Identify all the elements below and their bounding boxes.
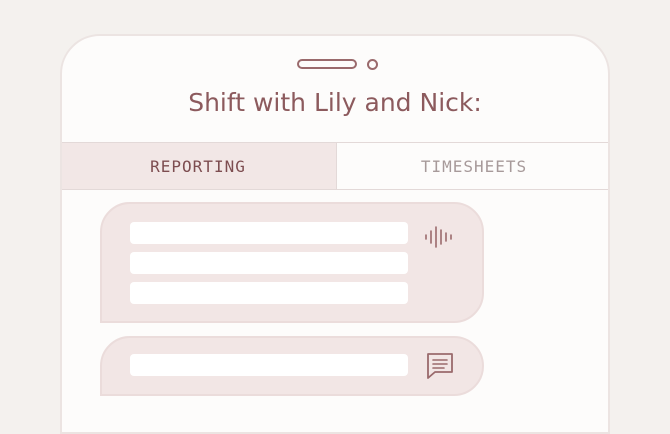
text-line-placeholder [130, 222, 408, 244]
camera-dot [367, 59, 378, 70]
chat-message-icon[interactable] [426, 352, 454, 380]
phone-frame: Shift with Lily and Nick: REPORTING TIME… [60, 34, 610, 434]
text-line-placeholder [130, 252, 408, 274]
tab-timesheets[interactable]: TIMESHEETS [336, 143, 608, 189]
audio-message-bubble[interactable] [100, 202, 484, 323]
audio-waveform-icon[interactable] [424, 224, 454, 250]
tab-reporting[interactable]: REPORTING [62, 143, 336, 189]
text-message-bubble[interactable] [100, 336, 484, 396]
tab-bar: REPORTING TIMESHEETS [62, 142, 608, 190]
text-line-placeholder [130, 354, 408, 376]
text-line-placeholder [130, 282, 408, 304]
page-title: Shift with Lily and Nick: [188, 88, 482, 117]
speaker-slot [297, 59, 357, 69]
